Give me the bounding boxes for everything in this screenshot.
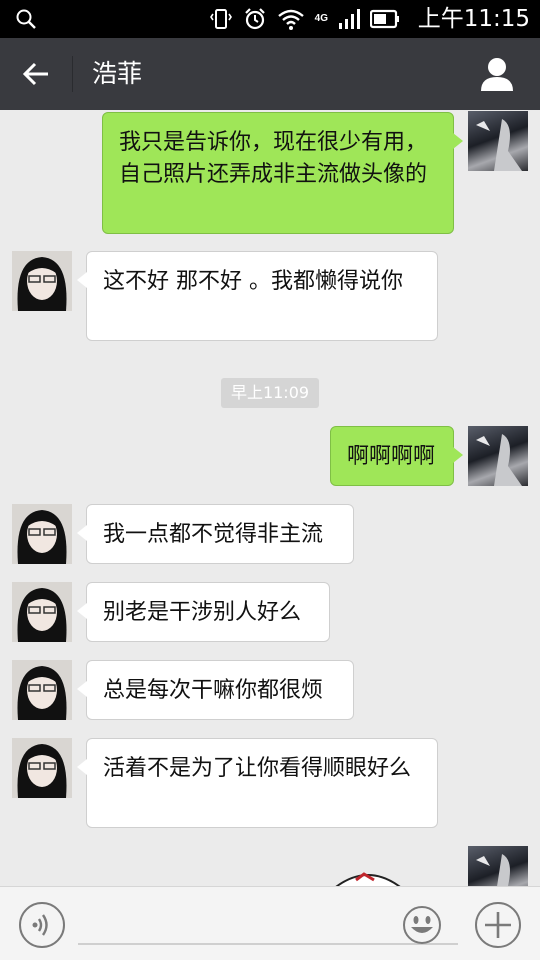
avatar-contact[interactable] [12,251,72,311]
message-bubble-sent[interactable]: 我只是告诉你，现在很少有用，自己照片还弄成非主流做头像的 [102,112,463,234]
avatar-contact[interactable] [12,660,72,720]
battery-icon [370,9,399,29]
network-type-label: 4G [314,13,328,24]
chat-input-bar [0,886,540,960]
avatar-me[interactable] [468,846,528,886]
status-time: 上午11:15 [417,6,530,32]
chat-header: 浩菲 [0,38,540,110]
status-bar: 4G 上午11:15 [0,0,540,38]
person-icon[interactable] [480,56,514,92]
time-divider: 早上11:09 [221,378,319,408]
message-input[interactable] [78,943,458,945]
sticker-image[interactable] [326,866,410,886]
message-bubble-received[interactable]: 总是每次干嘛你都很烦 [77,660,354,720]
message-bubble-received[interactable]: 这不好 那不好 。我都懒得说你 [77,251,438,341]
plus-icon[interactable] [474,901,522,949]
chat-title: 浩菲 [92,59,143,88]
vibrate-icon [209,9,232,29]
avatar-contact[interactable] [12,738,72,798]
avatar-contact[interactable] [12,504,72,564]
wifi-icon [277,9,304,30]
header-divider [72,56,73,92]
signal-icon [339,9,360,29]
alarm-icon [244,8,265,30]
avatar-me[interactable] [468,426,528,486]
message-bubble-received[interactable]: 活着不是为了让你看得顺眼好么 [77,738,438,828]
smiley-icon[interactable] [402,905,442,945]
message-bubble-received[interactable]: 我一点都不觉得非主流 [77,504,354,564]
search-icon [16,9,36,29]
voice-icon[interactable] [18,901,66,949]
arrow-left-icon[interactable] [20,58,52,90]
message-bubble-sent[interactable]: 啊啊啊啊 [330,426,463,486]
avatar-me[interactable] [468,111,528,171]
message-bubble-received[interactable]: 别老是干涉别人好么 [77,582,330,642]
avatar-contact[interactable] [12,582,72,642]
message-list[interactable]: 我只是告诉你，现在很少有用，自己照片还弄成非主流做头像的 这不好 那不好 。我都… [0,110,540,886]
